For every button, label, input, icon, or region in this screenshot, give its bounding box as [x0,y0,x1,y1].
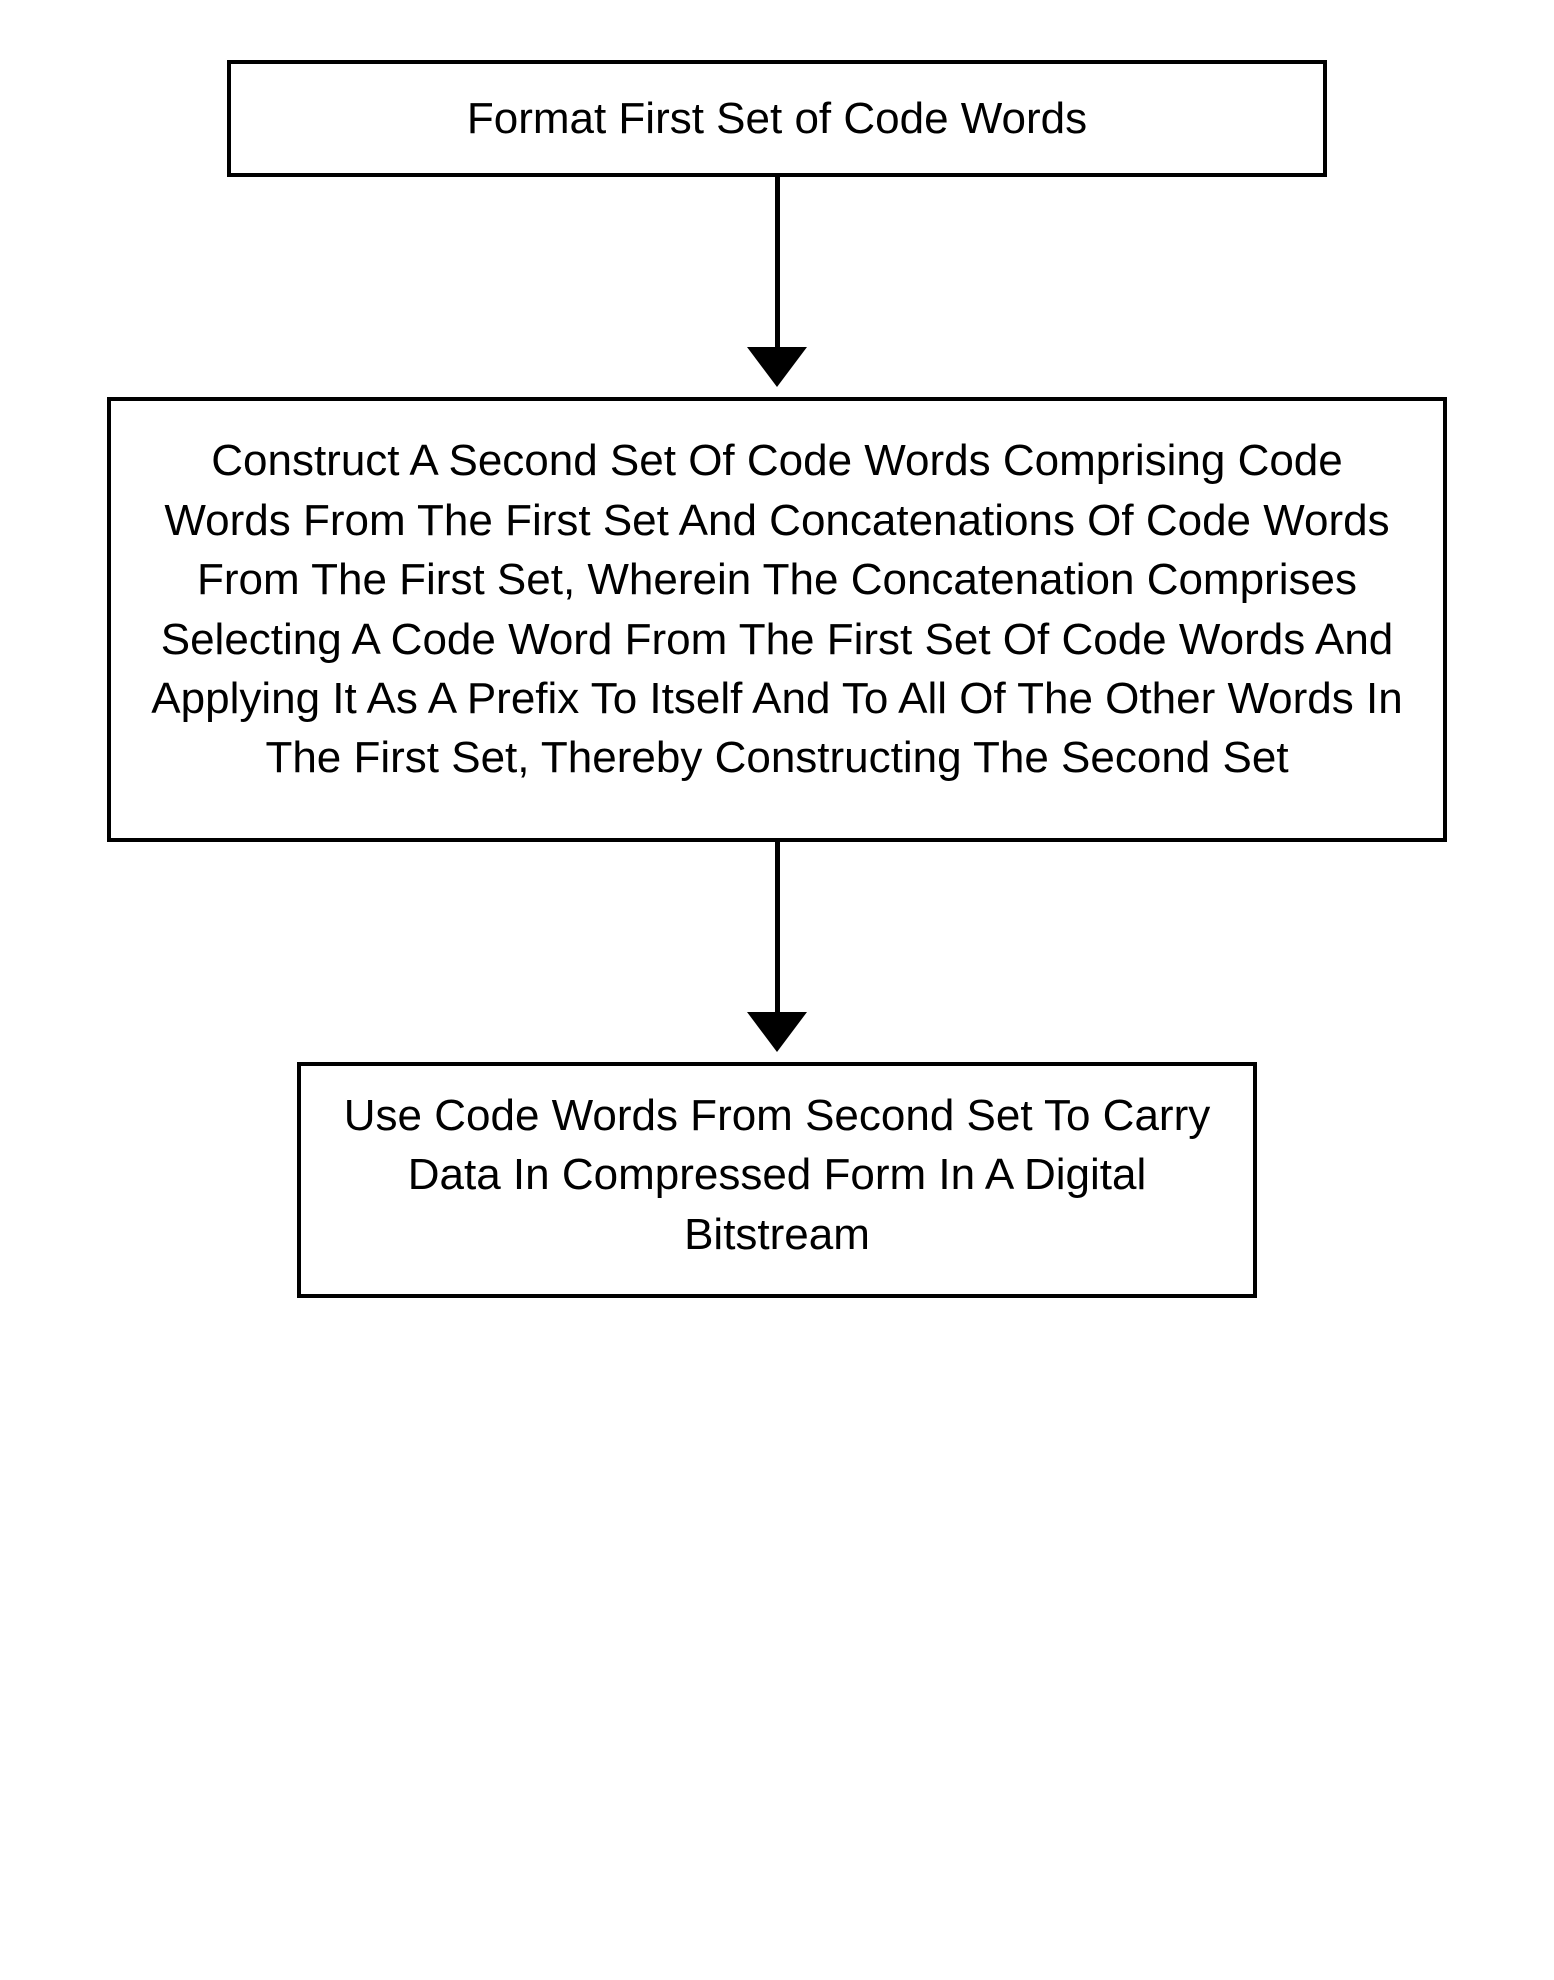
flowchart-step-3: Use Code Words From Second Set To Carry … [297,1062,1257,1298]
flowchart-container: Format First Set of Code Words Construct… [100,60,1454,1298]
flowchart-step-3-text: Use Code Words From Second Set To Carry … [344,1091,1211,1259]
flowchart-step-2-text: Construct A Second Set Of Code Words Com… [151,436,1402,782]
arrow-2 [747,842,807,1062]
arrow-down-icon [747,347,807,387]
arrow-line-icon [775,177,780,347]
flowchart-step-1-text: Format First Set of Code Words [467,94,1087,143]
arrow-1 [747,177,807,397]
flowchart-step-1: Format First Set of Code Words [227,60,1327,177]
arrow-down-icon [747,1012,807,1052]
flowchart-step-2: Construct A Second Set Of Code Words Com… [107,397,1447,841]
arrow-line-icon [775,842,780,1012]
